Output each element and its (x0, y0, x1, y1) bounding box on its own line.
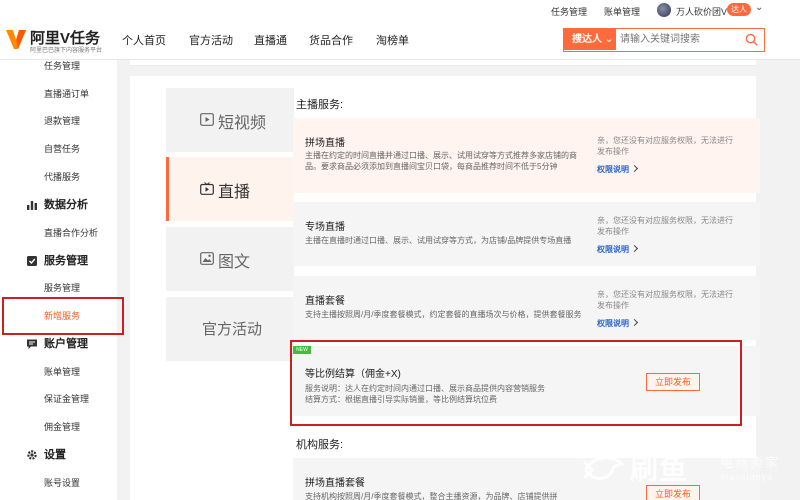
chevron-right-icon (630, 164, 639, 173)
section-title-anchor: 主播服务: (296, 99, 344, 111)
permission-link[interactable]: 权限说明 (597, 164, 639, 175)
sidebar-item-proxy-live[interactable]: 代播服务 (0, 166, 117, 188)
search-box: 搜达人 ⌄ (563, 28, 765, 52)
checkbox-icon (27, 256, 37, 266)
chevron-right-icon (630, 318, 639, 327)
highlight-box-new-service (290, 340, 742, 426)
nav-item-home[interactable]: 个人首页 (122, 32, 166, 48)
permission-link[interactable]: 权限说明 (597, 244, 639, 255)
topbar-bill-mgmt-link[interactable]: 账单管理 (604, 5, 640, 18)
card-desc: 支持主播按照周/月/季度套餐模式，约定套餐的直播场次与价格，提供套餐服务 (305, 310, 582, 319)
sidebar: 任务管理 直播通订单 退款管理 自营任务 代播服务 数据分析 直播合作分析 服务… (0, 60, 117, 500)
nav-item-official-activity[interactable]: 官方活动 (189, 32, 233, 48)
avatar[interactable] (657, 3, 671, 17)
live-tv-icon (200, 182, 214, 195)
main-header: 阿里V任务 阿里巴巴旗下内容服务平台 个人首页 官方活动 直播通 货品合作 淘榜… (0, 20, 800, 60)
tab-short-video[interactable]: 短视频 (166, 88, 294, 152)
service-card-group-live: 拼场直播 主播在约定的时间直播并通过口播、展示、试用试穿等方式推荐多家店铺的商品… (293, 118, 761, 193)
tab-live[interactable]: 直播 (166, 157, 294, 221)
service-card-special-live: 专场直播 主播在直播时通过口播、展示、试用试穿等方式，为店铺/品牌提供专场直播 … (293, 202, 761, 266)
sidebar-group-service[interactable]: 服务管理 (0, 250, 117, 272)
logo[interactable]: 阿里V任务 阿里巴巴旗下内容服务平台 (5, 26, 110, 54)
card-desc: 主播在直播时通过口播、展示、试用试穿等方式，为店铺/品牌提供专场直播 (305, 236, 572, 245)
sidebar-item-refund[interactable]: 退款管理 (0, 110, 117, 132)
chevron-right-icon (630, 244, 639, 253)
top-utility-bar: 任务管理 账单管理 万人砍价团V 达人 ⌄ (0, 0, 800, 20)
nav-item-live-pass[interactable]: 直播通 (254, 32, 287, 48)
chat-icon (27, 339, 37, 349)
bar-chart-icon (27, 201, 37, 210)
service-card-live-package: 直播套餐 支持主播按照周/月/季度套餐模式，约定套餐的直播场次与价格，提供套餐服… (293, 276, 761, 340)
section-title-agency: 机构服务: (296, 439, 344, 451)
search-input[interactable] (620, 31, 740, 48)
card-desc: 支持机构按照周/月/季度套餐模式，整合主播资源，为品牌、店铺提供拼 (305, 492, 558, 500)
sidebar-group-data[interactable]: 数据分析 (0, 194, 117, 216)
sidebar-item-bill-mgmt[interactable]: 账单管理 (0, 361, 117, 383)
search-icon[interactable] (745, 33, 758, 46)
sidebar-item-task-mgmt[interactable]: 任务管理 (0, 55, 117, 77)
sidebar-group-account[interactable]: 账户管理 (0, 333, 117, 355)
chevron-down-icon[interactable]: ⌄ (755, 2, 763, 13)
main-top-strip (130, 60, 756, 66)
logo-v-icon (6, 30, 26, 49)
no-permission-text: 亲，您还没有对应服务权限，无法进行发布操作 (597, 290, 733, 310)
sidebar-item-deposit-mgmt[interactable]: 保证金管理 (0, 388, 117, 410)
tab-official-activity[interactable]: 官方活动 (166, 297, 294, 361)
watermark: 刷鱼 电商卖家 dianxiaoyu (582, 444, 800, 500)
logo-slogan: 阿里巴巴旗下内容服务平台 (30, 48, 103, 54)
card-title: 专场直播 (305, 222, 345, 233)
video-icon (200, 113, 214, 126)
no-permission-text: 亲，您还没有对应服务权限，无法进行发布操作 (597, 136, 733, 156)
right-gutter (760, 60, 800, 500)
sidebar-item-live-orders[interactable]: 直播通订单 (0, 83, 117, 105)
image-icon (200, 252, 214, 265)
card-title: 拼场直播 (305, 138, 345, 149)
watermark-text: 电商卖家 (720, 455, 781, 470)
topbar-task-mgmt-link[interactable]: 任务管理 (551, 5, 587, 18)
nav-item-goods-coop[interactable]: 货品合作 (309, 32, 353, 48)
sidebar-item-account-settings[interactable]: 账号设置 (0, 472, 117, 494)
nav-item-taobang[interactable]: 淘榜单 (376, 32, 409, 48)
fish-logo-icon (582, 456, 626, 480)
gear-icon (27, 450, 37, 460)
watermark-brand: 刷鱼 (630, 454, 689, 485)
card-desc: 主播在约定的时间直播并通过口播、展示、试用试穿等方式推荐多家店铺的商品。要求商品… (305, 151, 577, 171)
card-title: 直播套餐 (305, 296, 345, 307)
username[interactable]: 万人砍价团V (676, 5, 727, 18)
main-content: 短视频 直播 图文 官方活动 主播服务: 拼场直播 主播在约定的时间直播并通过口… (130, 76, 761, 500)
sidebar-item-self-task[interactable]: 自营任务 (0, 138, 117, 160)
sidebar-item-commission-mgmt[interactable]: 佣金管理 (0, 416, 117, 438)
sidebar-group-settings[interactable]: 设置 (0, 444, 117, 466)
sidebar-item-live-analysis[interactable]: 直播合作分析 (0, 222, 117, 244)
search-type-select[interactable]: 搜达人 ⌄ (564, 29, 616, 50)
highlight-box-sidebar (2, 297, 124, 335)
card-title: 拼场直播套餐 (305, 478, 365, 489)
sidebar-item-service-mgmt[interactable]: 服务管理 (0, 277, 117, 299)
no-permission-text: 亲，您还没有对应服务权限，无法进行发布操作 (597, 216, 733, 236)
role-badge: 达人 (727, 3, 751, 16)
tab-image-text[interactable]: 图文 (166, 227, 294, 291)
permission-link[interactable]: 权限说明 (597, 318, 639, 329)
watermark-pinyin: dianxiaoyu (720, 472, 774, 482)
